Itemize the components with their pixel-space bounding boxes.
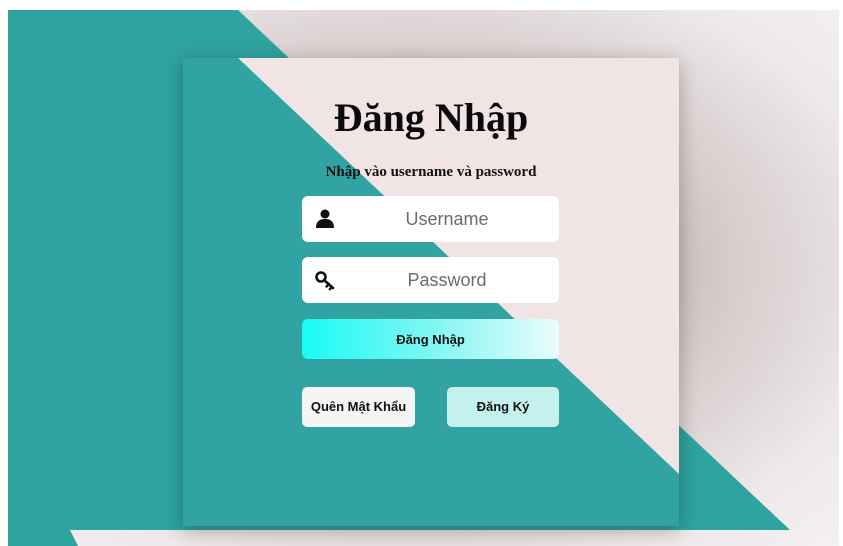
username-input[interactable] bbox=[352, 196, 542, 242]
page-background: Đăng Nhập Nhập vào username và password bbox=[8, 10, 839, 546]
forgot-password-button[interactable]: Quên Mật Khẩu bbox=[302, 387, 415, 427]
password-input[interactable] bbox=[352, 257, 542, 303]
login-card: Đăng Nhập Nhập vào username và password bbox=[183, 58, 679, 526]
password-field[interactable] bbox=[302, 257, 559, 303]
login-button[interactable]: Đăng Nhập bbox=[302, 319, 559, 359]
user-icon bbox=[314, 208, 336, 230]
username-field[interactable] bbox=[302, 196, 559, 242]
register-button[interactable]: Đăng Ký bbox=[447, 387, 559, 427]
login-subtitle: Nhập vào username và password bbox=[325, 164, 537, 180]
key-icon bbox=[314, 269, 336, 291]
login-title: Đăng Nhập bbox=[333, 95, 529, 140]
